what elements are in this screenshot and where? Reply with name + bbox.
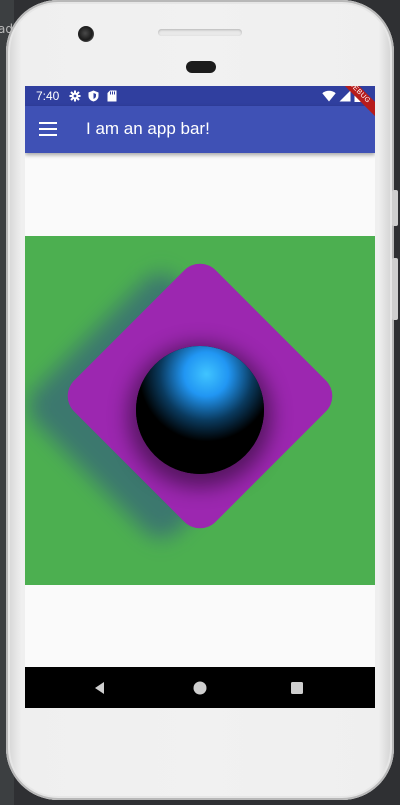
status-time: 7:40 — [36, 89, 60, 103]
app-bar: I am an app bar! — [25, 106, 375, 153]
volume-button — [392, 258, 398, 320]
device-screen: 7:40 I am an app bar! DEBUG — [25, 86, 375, 708]
front-camera — [78, 26, 94, 42]
green-panel — [25, 236, 375, 585]
back-icon[interactable] — [92, 680, 108, 696]
sd-card-icon — [107, 90, 117, 102]
power-button — [392, 190, 398, 226]
earpiece — [186, 61, 216, 73]
shield-icon — [88, 90, 99, 102]
speaker-grille — [158, 29, 242, 36]
wifi-icon — [322, 90, 336, 102]
app-bar-title: I am an app bar! — [86, 119, 210, 138]
signal-icon — [339, 90, 351, 102]
recents-icon[interactable] — [289, 680, 305, 696]
menu-icon[interactable] — [39, 122, 57, 136]
settings-icon — [69, 90, 81, 102]
home-icon[interactable] — [192, 680, 208, 696]
navigation-bar — [25, 667, 375, 708]
blue-sphere — [136, 346, 264, 474]
status-bar: 7:40 — [25, 86, 375, 106]
